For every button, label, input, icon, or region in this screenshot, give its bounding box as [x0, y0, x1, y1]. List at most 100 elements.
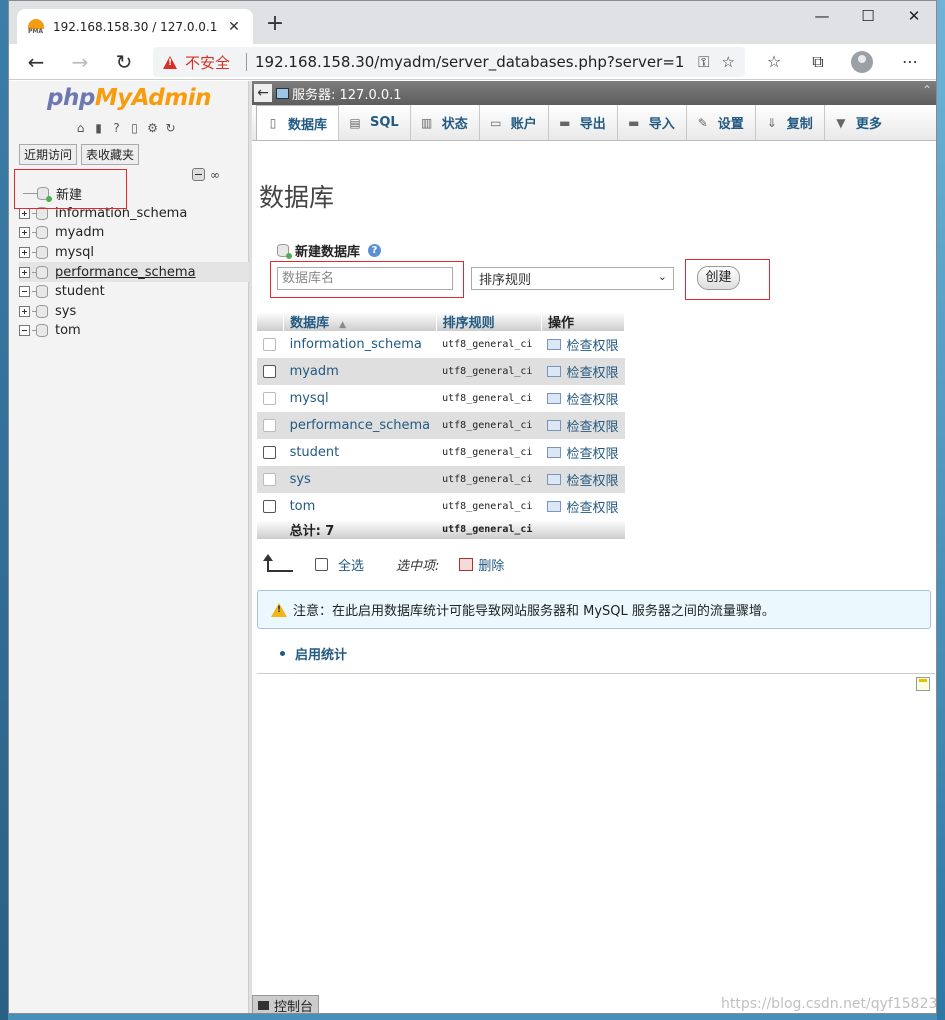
database-link[interactable]: tom — [283, 493, 437, 520]
database-icon — [36, 226, 48, 240]
key-icon[interactable]: ⚿ — [698, 53, 709, 71]
desktop-background-right — [937, 0, 945, 1020]
expand-icon[interactable] — [19, 247, 30, 259]
row-checkbox — [263, 419, 276, 432]
delete-button[interactable]: 删除 — [478, 555, 504, 574]
tab-sql[interactable]: ▤ SQL — [339, 105, 411, 140]
row-checkbox — [263, 338, 276, 351]
delete-icon[interactable] — [459, 558, 474, 571]
help-icon[interactable]: ? — [109, 121, 124, 136]
collapse-icon[interactable] — [19, 325, 30, 337]
server-icon — [276, 87, 289, 99]
table-row: student utf8_general_ci 检查权限 — [257, 439, 625, 466]
database-icon — [36, 246, 48, 260]
docs-icon[interactable]: ▯ — [127, 121, 142, 136]
home-icon[interactable]: ⌂ — [73, 121, 88, 136]
profile-avatar[interactable] — [851, 51, 873, 73]
collapse-icon[interactable] — [19, 286, 30, 298]
databases-table: 数据库 ▲ 排序规则 操作 information_schema utf8_gen… — [257, 312, 626, 539]
privileges-icon — [547, 393, 562, 404]
sql-icon: ▤ — [349, 115, 361, 130]
check-privileges-link[interactable]: 检查权限 — [547, 416, 619, 435]
database-link[interactable]: information_schema — [283, 331, 437, 358]
address-toolbar: ← → ↻ ! 不安全 192.168.158.30/myadm/server_… — [9, 44, 936, 80]
bookmark-icon[interactable] — [916, 677, 930, 691]
expand-icon[interactable] — [19, 207, 30, 219]
recent-tab[interactable]: 近期访问 — [19, 144, 78, 165]
check-privileges-link[interactable]: 检查权限 — [547, 389, 619, 408]
reload-icon[interactable]: ↻ — [163, 121, 178, 136]
enable-statistics-link[interactable]: 启用统计 — [280, 644, 347, 663]
forward-icon[interactable]: → — [65, 48, 95, 76]
database-link[interactable]: mysql — [283, 385, 437, 412]
close-window-icon[interactable]: ✕ — [891, 5, 936, 29]
browser-tab[interactable]: PMA 192.168.158.30 / 127.0.0.1 | phpM ✕ — [17, 9, 253, 44]
tab-databases[interactable]: ▯ 数据库 — [256, 105, 340, 140]
with-selected-label: 选中项: — [396, 559, 440, 574]
collation-cell: utf8_general_ci — [436, 439, 542, 466]
tree-item-performance-schema[interactable]: performance_schema — [19, 262, 249, 282]
server-label[interactable]: 服务器: 127.0.0.1 — [292, 84, 402, 103]
favorites-icon[interactable]: ☆ — [761, 50, 787, 74]
row-checkbox[interactable] — [263, 446, 276, 459]
database-link[interactable]: performance_schema — [283, 412, 437, 439]
row-checkbox[interactable] — [263, 365, 276, 378]
minimize-icon[interactable]: — — [799, 5, 845, 29]
tree-item-myadm[interactable]: myadm — [19, 223, 249, 243]
tree-item-mysql[interactable]: mysql — [19, 243, 249, 263]
tab-import[interactable]: ▬ 导入 — [618, 105, 687, 140]
database-link[interactable]: myadm — [283, 358, 437, 385]
check-privileges-link[interactable]: 检查权限 — [547, 362, 619, 381]
warning-icon: ! — [271, 602, 287, 617]
scroll-top-icon[interactable]: ⌃ — [922, 83, 932, 97]
browser-window: PMA 192.168.158.30 / 127.0.0.1 | phpM ✕ … — [8, 0, 937, 1014]
new-tab-icon[interactable]: + — [261, 11, 289, 39]
logout-icon[interactable]: ▮ — [91, 121, 106, 136]
settings-gear-icon[interactable]: ⚙ — [145, 121, 160, 136]
back-icon[interactable]: ← — [21, 48, 51, 76]
link-icon[interactable]: ∞ — [210, 168, 220, 182]
expand-icon[interactable] — [19, 227, 30, 239]
favorite-star-icon[interactable]: ☆ — [722, 53, 735, 71]
tab-replication[interactable]: ⇓ 复制 — [756, 105, 825, 140]
maximize-icon[interactable]: ☐ — [845, 5, 891, 29]
tab-export[interactable]: ▬ 导出 — [549, 105, 618, 140]
collections-icon[interactable]: ⧉ — [805, 50, 831, 74]
console-toggle[interactable]: 控制台 — [252, 995, 319, 1013]
collation-cell: utf8_general_ci — [436, 466, 542, 493]
tab-status[interactable]: ▥ 状态 — [411, 105, 480, 140]
header-collation[interactable]: 排序规则 — [436, 312, 542, 331]
check-privileges-link[interactable]: 检查权限 — [547, 497, 619, 516]
collapse-sidebar-icon[interactable]: ← — [254, 84, 272, 102]
more-options-icon[interactable]: ⋯ — [897, 50, 923, 74]
tab-more[interactable]: ▼ 更多 — [825, 105, 893, 140]
statistics-notice: ! 注意：在此启用数据库统计可能导致网站服务器和 MySQL 服务器之间的流量骤… — [257, 590, 931, 629]
select-all-label[interactable]: 全选 — [338, 555, 364, 574]
select-all-checkbox[interactable] — [315, 558, 328, 571]
tree-item-student[interactable]: student — [19, 282, 249, 302]
expand-icon[interactable] — [19, 305, 30, 317]
tree-item-tom[interactable]: tom — [19, 321, 249, 341]
tab-accounts[interactable]: ▭ 账户 — [480, 105, 549, 140]
check-privileges-link[interactable]: 检查权限 — [547, 443, 619, 462]
refresh-icon[interactable]: ↻ — [109, 48, 139, 76]
header-database[interactable]: 数据库 ▲ — [283, 312, 437, 331]
collation-select[interactable]: 排序规则 ⌄ — [471, 267, 674, 290]
database-link[interactable]: sys — [283, 466, 437, 493]
address-bar[interactable]: ! 不安全 192.168.158.30/myadm/server_databa… — [153, 47, 745, 77]
chevron-down-icon: ⌄ — [657, 270, 667, 283]
phpmyadmin-logo[interactable]: phpMyAdmin — [47, 85, 211, 111]
check-privileges-link[interactable]: 检查权限 — [547, 470, 619, 489]
tree-item-sys[interactable]: sys — [19, 302, 249, 322]
database-link[interactable]: student — [283, 439, 437, 466]
collapse-all-icon[interactable] — [192, 168, 205, 181]
insecure-label: 不安全 — [185, 53, 231, 72]
check-privileges-link[interactable]: 检查权限 — [547, 335, 619, 354]
expand-icon[interactable] — [19, 266, 30, 278]
row-checkbox[interactable] — [263, 500, 276, 513]
database-icon — [36, 285, 48, 299]
help-icon[interactable]: ? — [368, 244, 382, 257]
tab-close-icon[interactable]: ✕ — [225, 19, 243, 35]
tab-settings[interactable]: ✎ 设置 — [687, 105, 756, 140]
favorites-tab[interactable]: 表收藏夹 — [81, 144, 140, 165]
